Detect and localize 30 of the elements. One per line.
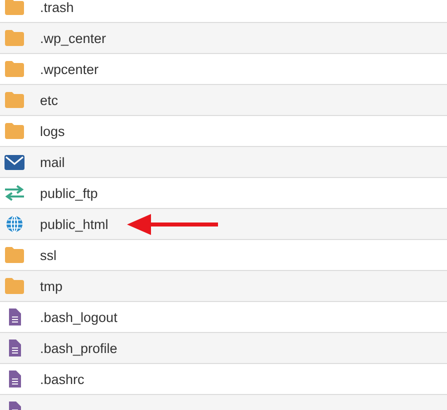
file-row[interactable]: .bash_profile xyxy=(0,333,447,364)
folder-icon xyxy=(4,277,25,295)
file-name: public_ftp xyxy=(40,186,98,200)
file-name: etc xyxy=(40,92,58,108)
file-name: logs xyxy=(40,124,65,138)
folder-icon xyxy=(4,29,25,47)
file-name: public_html xyxy=(40,216,108,232)
file-name: .trash xyxy=(40,0,74,14)
file-name: tmp xyxy=(40,278,63,294)
file-row[interactable]: public_html xyxy=(0,209,447,240)
folder-icon xyxy=(4,0,25,16)
folder-icon xyxy=(4,122,25,140)
folder-icon xyxy=(4,60,25,78)
globe-icon xyxy=(4,215,25,233)
envelope-icon xyxy=(4,153,25,171)
file-name: ssl xyxy=(40,248,56,262)
file-name: mail xyxy=(40,154,65,170)
file-name: .wpcenter xyxy=(40,62,99,76)
folder-icon xyxy=(4,91,25,109)
file-row[interactable]: tmp xyxy=(0,271,447,302)
file-row[interactable]: etc xyxy=(0,85,447,116)
file-row[interactable]: mail xyxy=(0,147,447,178)
file-row[interactable]: .wp_center xyxy=(0,23,447,54)
transfer-arrows-icon xyxy=(4,184,25,202)
file-name: .bash_logout xyxy=(40,310,118,324)
file-row[interactable]: .trash xyxy=(0,0,447,23)
file-name: .wp_center xyxy=(40,30,106,46)
file-name: .bash_profile xyxy=(40,340,118,356)
file-name: .bashrc xyxy=(40,372,84,386)
folder-icon xyxy=(4,246,25,264)
